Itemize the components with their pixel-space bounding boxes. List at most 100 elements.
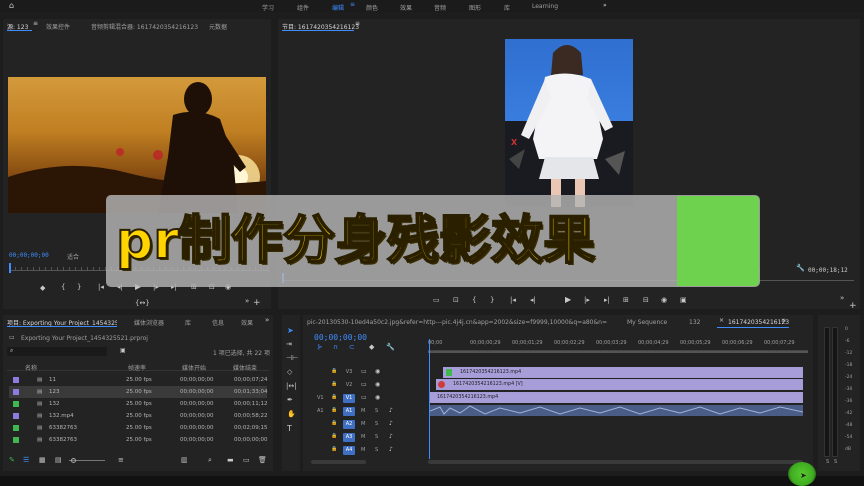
mute-button[interactable]: M: [361, 408, 365, 414]
project-more-icon[interactable]: »: [265, 317, 269, 324]
mark-in-icon[interactable]: {: [61, 284, 65, 291]
lock-icon[interactable]: 🔒: [331, 395, 337, 400]
hand-icon[interactable]: ✋: [287, 411, 296, 418]
pen-icon[interactable]: ✒: [287, 397, 293, 404]
extract-icon[interactable]: ⊡: [453, 297, 459, 304]
workspace-editing[interactable]: 编辑: [332, 3, 344, 12]
ripple-edit-icon[interactable]: ⊣⊢: [286, 355, 298, 362]
list-view-icon[interactable]: ☰: [23, 457, 29, 464]
source-timecode[interactable]: 00;00;00;00: [9, 252, 49, 259]
workspace-libraries[interactable]: 库: [504, 3, 510, 12]
settings-wrench-icon[interactable]: 🔧: [796, 265, 805, 272]
linked-select-icon[interactable]: ⊂: [349, 344, 355, 351]
mute-button[interactable]: M: [361, 434, 365, 440]
timeline-settings-icon[interactable]: 🔧: [386, 344, 395, 351]
track-target[interactable]: A4: [343, 446, 355, 455]
track-target[interactable]: V2: [343, 381, 355, 390]
razor-icon[interactable]: ◇: [287, 369, 292, 376]
tab-effect-controls[interactable]: 效果控件: [46, 22, 70, 31]
track-select-icon[interactable]: ⇥: [286, 341, 292, 348]
marker-icon[interactable]: ◆: [40, 285, 45, 292]
label-color-swatch[interactable]: [13, 389, 19, 395]
track-header-v2[interactable]: 🔒 V2 ▭ ◉: [307, 380, 425, 391]
tab-audio-clip-mixer[interactable]: 音频剪辑混合器: 1617420354216123: [91, 22, 198, 31]
table-row[interactable]: ▤ 63382763 25.00 fps 00;00;00;00 00;00;00;00: [9, 434, 268, 446]
track-target[interactable]: A3: [343, 433, 355, 442]
mark-out-icon[interactable]: }: [77, 284, 81, 291]
track-vscroll[interactable]: [311, 460, 366, 464]
lift-icon[interactable]: ▭: [433, 297, 440, 304]
label-color-swatch[interactable]: [13, 437, 19, 443]
clip-v3[interactable]: 1617420354216123.mp4: [443, 367, 803, 378]
tab-menu-icon[interactable]: ≡: [33, 21, 38, 27]
timeline-playhead[interactable]: [429, 339, 430, 459]
lock-icon[interactable]: 🔒: [331, 447, 337, 452]
lock-icon[interactable]: 🔒: [331, 434, 337, 439]
eye-icon[interactable]: ◉: [375, 369, 380, 375]
microphone-icon[interactable]: ♪: [389, 434, 393, 440]
column-name[interactable]: 名称: [25, 363, 37, 372]
label-color-swatch[interactable]: [13, 401, 19, 407]
lock-icon[interactable]: 🔒: [331, 369, 337, 374]
workspace-learning[interactable]: Learning: [532, 3, 558, 10]
compare-icon[interactable]: ▣: [680, 297, 687, 304]
camera-icon[interactable]: ◉: [661, 297, 667, 304]
find-icon[interactable]: ⌕: [208, 457, 212, 464]
table-row[interactable]: ▤ 132 25.00 fps 00;00;00;00 00;00;11;12: [9, 398, 268, 410]
solo-right[interactable]: S: [834, 459, 837, 465]
tab-my-sequence[interactable]: My Sequence: [627, 319, 667, 326]
source-fit-select[interactable]: 适合: [67, 252, 79, 261]
program-lift-icon[interactable]: ⊞: [623, 297, 629, 304]
microphone-icon[interactable]: ♪: [389, 408, 393, 414]
timeline-tab-menu-icon[interactable]: ≡: [781, 318, 786, 324]
column-media-end[interactable]: 媒体结束: [233, 363, 257, 372]
program-tab-menu-icon[interactable]: ≡: [355, 21, 360, 27]
program-mark-in-icon[interactable]: {: [472, 297, 476, 304]
program-more-icon[interactable]: »: [840, 295, 844, 302]
eye-icon[interactable]: ◉: [375, 395, 380, 401]
tab-effects[interactable]: 效果: [241, 318, 253, 327]
source-patch[interactable]: V1: [317, 395, 324, 401]
type-tool-icon[interactable]: T: [287, 425, 292, 433]
source-patch[interactable]: A1: [317, 408, 324, 414]
snap-icon[interactable]: ∩: [333, 344, 338, 351]
tab-132[interactable]: 132: [689, 319, 700, 326]
tab-current-sequence[interactable]: 1617420354216123: [728, 319, 789, 326]
track-header-a4[interactable]: 🔒 A4 M S ♪: [307, 445, 425, 456]
eye-icon[interactable]: ◉: [375, 382, 380, 388]
microphone-icon[interactable]: ♪: [389, 447, 393, 453]
zoom-slider-knob[interactable]: [71, 458, 76, 463]
workspace-assembly[interactable]: 组件: [297, 3, 309, 12]
label-color-swatch[interactable]: [13, 377, 19, 383]
solo-button[interactable]: S: [375, 447, 378, 453]
source-playhead[interactable]: [9, 263, 11, 273]
workspace-menu-icon[interactable]: ≡: [350, 2, 355, 8]
timeline-timecode[interactable]: 00;00;00;00: [314, 333, 367, 342]
new-search-bin-icon[interactable]: ▣: [120, 348, 126, 354]
workspace-effects[interactable]: 效果: [400, 3, 412, 12]
program-add-icon[interactable]: +: [849, 302, 857, 311]
slip-icon[interactable]: |↔|: [286, 383, 297, 390]
workspace-graphics[interactable]: 图形: [469, 3, 481, 12]
home-icon[interactable]: ⌂: [9, 2, 14, 10]
track-target[interactable]: A1: [343, 407, 355, 416]
lock-icon[interactable]: 🔒: [331, 408, 337, 413]
timeline-hscroll[interactable]: [428, 460, 803, 464]
track-header-a1[interactable]: A1 🔒 A1 M S ♪: [307, 406, 425, 417]
program-go-out-icon[interactable]: ▸|: [604, 297, 610, 304]
timeline-ruler[interactable]: 00;00 00;00;00;29 00;00;01;29 00;00;02;29 00…: [428, 337, 808, 351]
table-row[interactable]: ▤ 123 25.00 fps 00;00;00;00 00;01;33;04: [9, 386, 268, 398]
go-to-in-icon[interactable]: |◂: [98, 284, 104, 291]
automate-icon[interactable]: ▥: [181, 457, 188, 464]
icon-view-icon[interactable]: ▦: [39, 457, 46, 464]
tab-media-browser[interactable]: 媒体浏览器: [134, 318, 164, 327]
label-color-swatch[interactable]: [13, 425, 19, 431]
program-mark-out-icon[interactable]: }: [490, 297, 494, 304]
label-color-swatch[interactable]: [13, 413, 19, 419]
nest-icon[interactable]: ⊱: [317, 344, 323, 351]
program-step-forward-icon[interactable]: |▸: [584, 297, 590, 304]
column-media-start[interactable]: 媒体开始: [182, 363, 206, 372]
pencil-icon[interactable]: ✎: [9, 457, 15, 464]
tab-pic-sequence[interactable]: pic-20130530-10ed4a50c2.jpg&refer=http--…: [307, 319, 607, 326]
sync-lock-icon[interactable]: ▭: [361, 395, 367, 401]
